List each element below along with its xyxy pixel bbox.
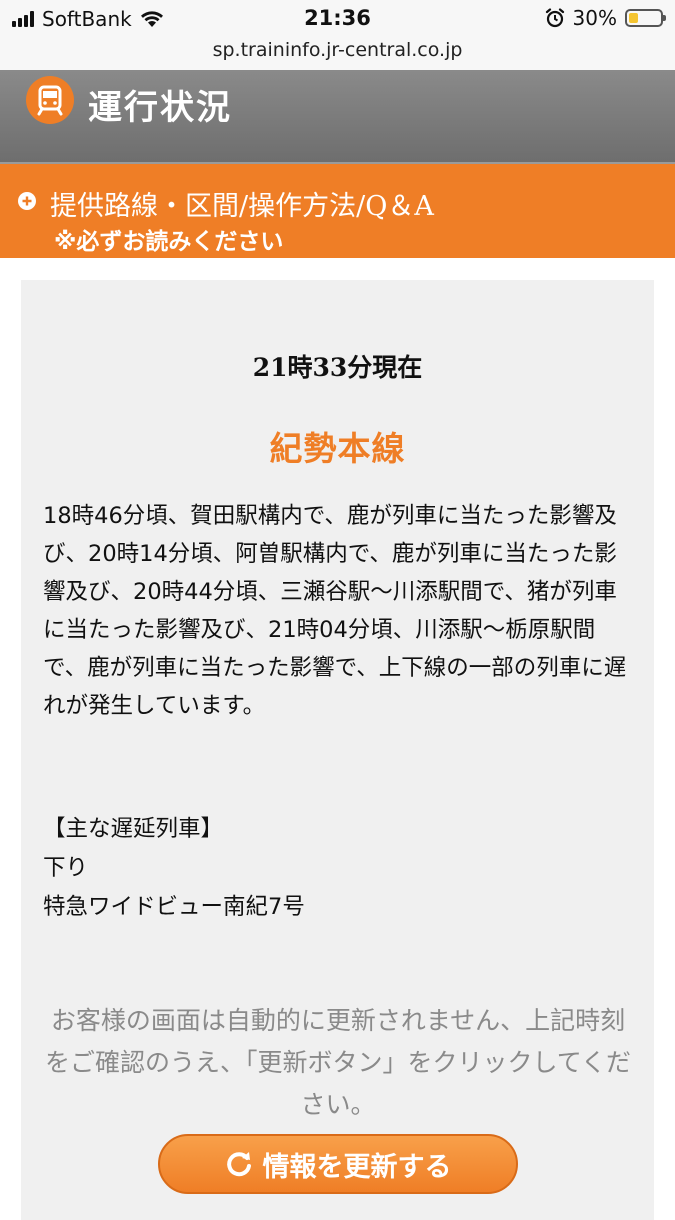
direction-label: 下り — [43, 855, 89, 881]
info-link[interactable]: 提供路線・区間/操作方法/Q＆A — [50, 184, 434, 223]
url-bar[interactable]: sp.traininfo.jr-central.co.jp — [0, 38, 675, 70]
battery-level — [629, 13, 638, 23]
battery-icon — [625, 9, 666, 27]
refresh-button-label[interactable]: 情報を更新する — [263, 1145, 452, 1184]
refresh-icon — [226, 1152, 251, 1177]
train-icon — [26, 76, 74, 124]
page-title: 運行状況 — [88, 88, 232, 128]
status-bar: SoftBank 21:36 30% — [0, 0, 675, 38]
status-right: 30% — [545, 6, 666, 30]
update-timestamp: 21時33分現在 — [252, 353, 423, 382]
refresh-notice: お客様の画面は自動的に更新されません、上記時刻をご確認のうえ、「更新ボタン」をク… — [44, 1006, 631, 1119]
info-note: ※必ずお読みください — [54, 229, 284, 255]
info-link-bar[interactable]: 提供路線・区間/操作方法/Q＆A ※必ずお読みください — [0, 164, 675, 258]
alarm-icon — [545, 8, 564, 28]
delayed-heading: 【主な遅延列車】 — [43, 816, 224, 842]
status-message: 18時46分頃、賀田駅構内で、鹿が列車に当たった影響及び、20時14分頃、阿曽駅… — [43, 503, 627, 719]
status-panel: 21時33分現在 紀勢本線 18時46分頃、賀田駅構内で、鹿が列車に当たった影響… — [21, 280, 654, 1220]
url-text[interactable]: sp.traininfo.jr-central.co.jp — [213, 39, 463, 61]
delayed-trains: 【主な遅延列車】 下り 特急ワイドビュー南紀7号 — [43, 810, 633, 927]
line-name: 紀勢本線 — [269, 429, 406, 468]
plus-circle-icon — [18, 192, 36, 210]
battery-percent: 30% — [572, 6, 617, 30]
train-name: 特急ワイドビュー南紀7号 — [43, 894, 305, 920]
refresh-button[interactable]: 情報を更新する — [158, 1134, 518, 1194]
page-header: 運行状況 — [0, 70, 675, 164]
